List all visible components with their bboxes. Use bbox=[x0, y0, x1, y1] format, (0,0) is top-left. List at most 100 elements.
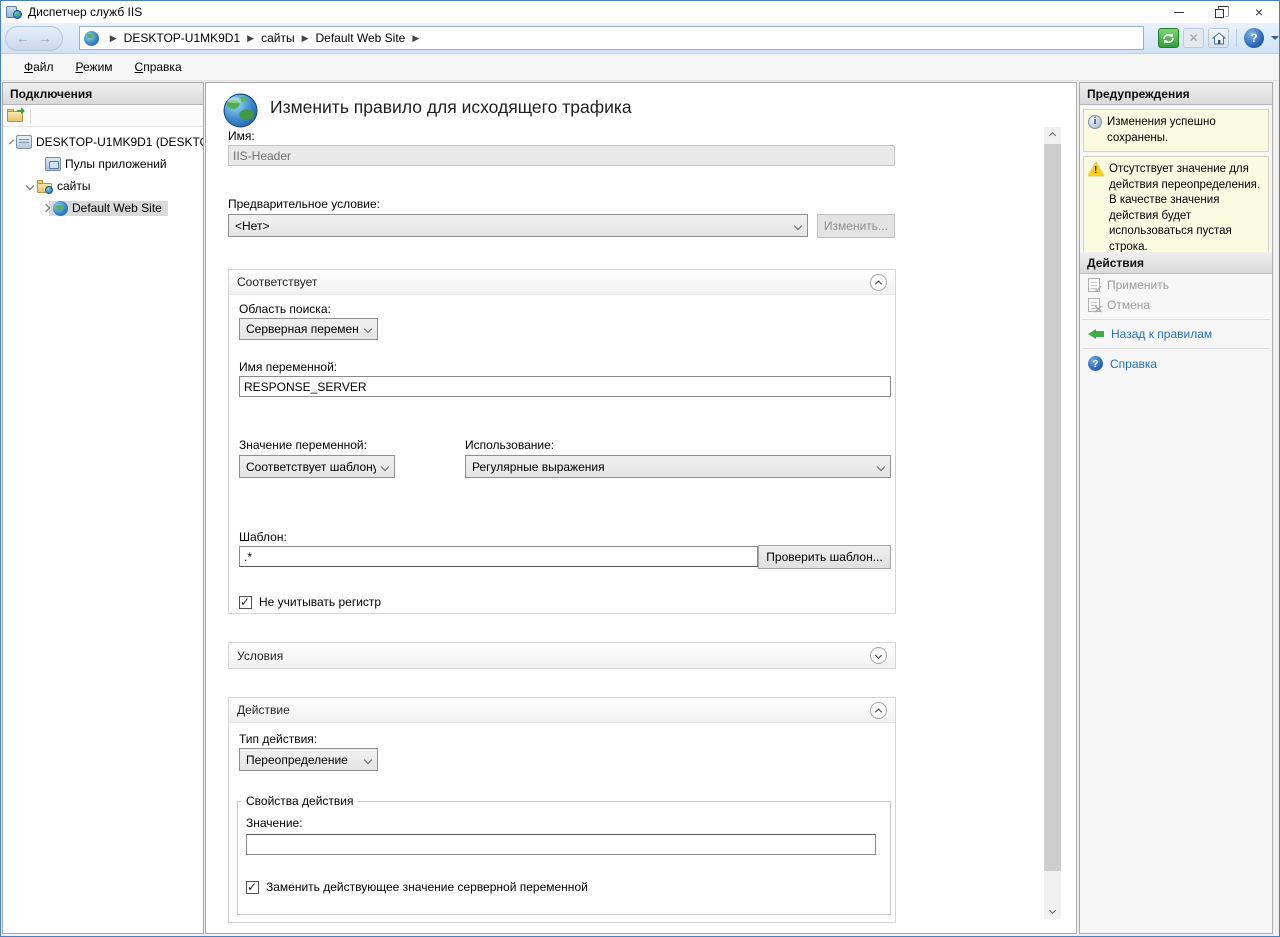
menu-file[interactable]: Файл bbox=[13, 56, 65, 78]
breadcrumb[interactable]: ▶ DESKTOP-U1MK9D1 ▶ сайты ▶ Default Web … bbox=[79, 26, 1144, 50]
test-pattern-button[interactable]: Проверить шаблон... bbox=[758, 545, 891, 569]
back-button[interactable]: ← bbox=[16, 31, 30, 45]
using-label: Использование: bbox=[465, 438, 554, 452]
precondition-label: Предварительное условие: bbox=[228, 197, 380, 211]
divider bbox=[1082, 348, 1270, 349]
cancel-label: Отмена bbox=[1107, 298, 1150, 312]
alert-info: i Изменения успешно сохранены. bbox=[1083, 109, 1269, 152]
back-arrow-icon bbox=[1088, 328, 1104, 340]
conditions-section-header[interactable]: Условия bbox=[229, 643, 895, 668]
action-type-select[interactable]: Переопределение bbox=[239, 748, 378, 771]
scope-select[interactable]: Серверная переменн bbox=[239, 318, 378, 340]
breadcrumb-arrow-icon[interactable]: ▶ bbox=[295, 33, 316, 44]
breadcrumb-arrow-icon[interactable]: ▶ bbox=[103, 33, 124, 44]
minimize-icon bbox=[1174, 12, 1184, 13]
alert-text: Изменения успешно сохранены. bbox=[1107, 115, 1264, 146]
alert-warning: Отсутствует значение для действия переоп… bbox=[1083, 156, 1269, 261]
help-button[interactable]: ? bbox=[1244, 28, 1264, 48]
action-properties-legend: Свойства действия bbox=[242, 794, 357, 808]
tree-item-app-pools[interactable]: Пулы приложений bbox=[3, 153, 203, 175]
close-icon: × bbox=[1255, 5, 1263, 19]
replace-value-label: Заменить действующее значение серверной … bbox=[266, 880, 588, 894]
replace-value-row[interactable]: Заменить действующее значение серверной … bbox=[246, 880, 588, 894]
menu-view[interactable]: Режим bbox=[65, 56, 124, 78]
tree-item-server[interactable]: DESKTOP-U1MK9D1 (DESKTOP bbox=[3, 131, 203, 153]
refresh-button[interactable] bbox=[1158, 28, 1179, 48]
variable-name-label: Имя переменной: bbox=[239, 360, 337, 374]
home-button[interactable] bbox=[1208, 28, 1229, 48]
pattern-label: Шаблон: bbox=[239, 530, 287, 544]
scroll-down-button[interactable] bbox=[1044, 902, 1061, 919]
minimize-button[interactable] bbox=[1159, 1, 1199, 23]
using-select[interactable]: Регулярные выражения bbox=[465, 455, 891, 478]
expander-icon[interactable] bbox=[26, 182, 34, 190]
window-title: Диспетчер служб IIS bbox=[28, 5, 142, 19]
expand-button[interactable] bbox=[870, 647, 887, 664]
scope-value: Серверная переменн bbox=[246, 322, 359, 336]
breadcrumb-server[interactable]: DESKTOP-U1MK9D1 bbox=[124, 31, 240, 45]
breadcrumb-sites[interactable]: сайты bbox=[261, 31, 295, 45]
warning-icon bbox=[1088, 162, 1104, 176]
forward-button[interactable]: → bbox=[38, 31, 52, 45]
apply-label: Применить bbox=[1107, 278, 1169, 292]
tree-item-label[interactable]: DESKTOP-U1MK9D1 (DESKTOP bbox=[36, 135, 203, 149]
home-icon bbox=[1212, 32, 1226, 45]
refresh-icon bbox=[1162, 32, 1175, 45]
connections-toolbar: ➜ bbox=[3, 105, 203, 127]
value-input[interactable] bbox=[246, 834, 876, 855]
cancel-button: ✕ Отмена bbox=[1080, 295, 1272, 315]
page-globe-icon bbox=[222, 92, 259, 129]
name-input bbox=[228, 145, 895, 166]
connections-panel: Подключения ➜ DESKTOP-U1MK9D1 (DESKTOP П… bbox=[2, 82, 204, 934]
back-to-rules-link[interactable]: Назад к правилам bbox=[1080, 324, 1272, 344]
site-globe-icon bbox=[53, 201, 68, 216]
back-to-rules-label[interactable]: Назад к правилам bbox=[1111, 327, 1212, 341]
save-connections-button[interactable]: ➜ bbox=[7, 109, 24, 122]
action-section-title: Действие bbox=[237, 703, 290, 717]
toolbar-separator bbox=[30, 109, 31, 123]
match-section: Соответствует Область поиска: Серверная … bbox=[228, 269, 896, 614]
menu-help[interactable]: Справка bbox=[124, 56, 193, 78]
actions-list: ✓ Применить ✕ Отмена Назад к правилам ? … bbox=[1080, 275, 1272, 374]
conditions-section-title: Условия bbox=[237, 649, 283, 663]
ignore-case-label: Не учитывать регистр bbox=[259, 595, 381, 609]
tree-item-label[interactable]: Пулы приложений bbox=[65, 157, 167, 171]
ignore-case-checkbox[interactable] bbox=[239, 596, 252, 609]
help-link[interactable]: ? Справка bbox=[1080, 353, 1272, 374]
pattern-input[interactable] bbox=[239, 546, 758, 567]
tree-item-label[interactable]: Default Web Site bbox=[72, 201, 162, 215]
ignore-case-row[interactable]: Не учитывать регистр bbox=[239, 595, 381, 609]
expander-icon[interactable] bbox=[9, 140, 14, 145]
help-label[interactable]: Справка bbox=[1110, 357, 1157, 371]
cancel-icon: ✕ bbox=[1088, 298, 1100, 312]
breadcrumb-arrow-icon[interactable]: ▶ bbox=[240, 33, 261, 44]
scrollbar-thumb[interactable] bbox=[1044, 144, 1061, 871]
chevron-down-icon bbox=[364, 755, 372, 763]
stop-button: ✕ bbox=[1183, 28, 1204, 48]
toolbar-separator bbox=[1236, 29, 1237, 47]
scroll-up-button[interactable] bbox=[1044, 127, 1061, 144]
scrollbar[interactable] bbox=[1044, 127, 1061, 919]
close-button[interactable]: × bbox=[1239, 1, 1279, 23]
tree-item-default-web-site[interactable]: Default Web Site bbox=[3, 197, 203, 219]
help-dropdown-icon[interactable] bbox=[1271, 36, 1279, 40]
collapse-button[interactable] bbox=[870, 274, 887, 291]
replace-value-checkbox[interactable] bbox=[246, 881, 259, 894]
precondition-select[interactable]: <Нет> bbox=[228, 214, 808, 237]
operation-select[interactable]: Соответствует шаблону bbox=[239, 455, 395, 478]
breadcrumb-arrow-icon[interactable]: ▶ bbox=[405, 33, 426, 44]
match-section-header[interactable]: Соответствует bbox=[229, 270, 895, 295]
variable-name-input[interactable] bbox=[239, 376, 891, 397]
action-section-header[interactable]: Действие bbox=[229, 698, 895, 723]
feature-page: Изменить правило для исходящего трафика … bbox=[205, 82, 1077, 934]
tree-item-sites[interactable]: сайты bbox=[3, 175, 203, 197]
restore-button[interactable] bbox=[1199, 1, 1239, 23]
connections-header: Подключения bbox=[3, 83, 203, 105]
collapse-button[interactable] bbox=[870, 702, 887, 719]
action-section: Действие Тип действия: Переопределение С… bbox=[228, 697, 896, 923]
info-icon: i bbox=[1088, 115, 1102, 129]
selected-tree-item[interactable]: Default Web Site bbox=[49, 201, 168, 216]
tree-item-label[interactable]: сайты bbox=[57, 179, 91, 193]
breadcrumb-site[interactable]: Default Web Site bbox=[316, 31, 406, 45]
precondition-value: <Нет> bbox=[235, 219, 789, 233]
